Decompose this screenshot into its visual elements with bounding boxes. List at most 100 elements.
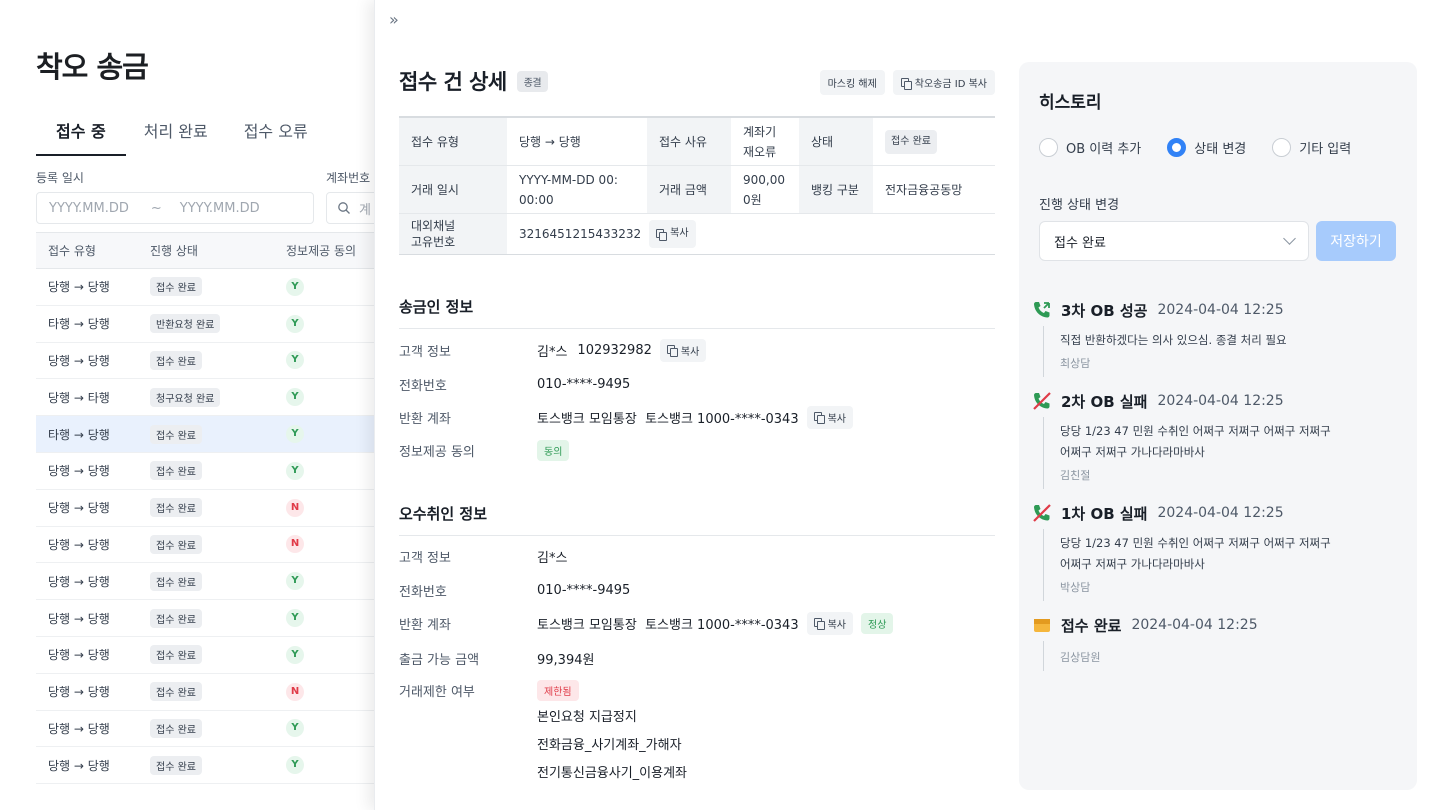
status-pill: 접수 완료 bbox=[150, 461, 202, 481]
table-row[interactable]: 당행 → 당행 접수 완료 N bbox=[36, 527, 376, 564]
status-pill: 접수 완료 bbox=[150, 755, 202, 775]
radio-label: 기타 입력 bbox=[1299, 142, 1352, 157]
timeline-desc: 어쩌구 저쩌구 가나다라마바사 bbox=[1060, 445, 1205, 459]
account-search-placeholder: 계 bbox=[359, 202, 371, 218]
timeline-head: 2차 OB 실패 2024-04-04 12:25 bbox=[1033, 385, 1399, 417]
table-row[interactable]: 타행 → 당행 반환요청 완료 Y bbox=[36, 306, 376, 343]
receiver-divider bbox=[399, 535, 995, 536]
row-status: 접수 완료 bbox=[150, 718, 286, 738]
row-status: 청구요청 완료 bbox=[150, 387, 286, 407]
row-status: 접수 완료 bbox=[150, 498, 286, 518]
receiver-phone-key: 전화번호 bbox=[399, 584, 447, 600]
date-value-line1: YYYY-MM-DD 00: bbox=[519, 172, 618, 187]
sender-phone-key: 전화번호 bbox=[399, 378, 447, 394]
consent-badge: Y bbox=[286, 572, 304, 591]
col-status: 진행 상태 bbox=[150, 244, 198, 258]
row-consent: Y bbox=[286, 572, 376, 591]
timeline-agent: 김친절 bbox=[1060, 469, 1091, 482]
copy-channel-button[interactable]: 복사 bbox=[649, 220, 696, 248]
unmask-button[interactable]: 마스킹 해제 bbox=[819, 70, 885, 95]
timeline-head: 접수 완료 2024-04-04 12:25 bbox=[1034, 609, 1399, 641]
row-type: 당행 → 당행 bbox=[48, 648, 110, 663]
timeline-body: 김상담원 bbox=[1043, 641, 1399, 671]
sender-customer-value: 김*스 102932982 복사 bbox=[537, 338, 707, 362]
table-body: 당행 → 당행 접수 완료 Y 타행 → 당행 반환요청 완료 Y 당행 → 당행 접수 완료… bbox=[36, 269, 376, 785]
history-panel: 히스토리 OB 이력 추가 상태 변경 기타 입력 진행 상태 변경 접수 완료… bbox=[1019, 62, 1417, 790]
timeline-title: 1차 OB 실패 bbox=[1061, 504, 1148, 523]
status-change-label: 진행 상태 변경 bbox=[1039, 198, 1120, 213]
radio-dot bbox=[1167, 138, 1187, 157]
amount-value-line2: 0원 bbox=[743, 192, 762, 207]
status-pill: 반환요청 완료 bbox=[150, 314, 221, 334]
status-pill: 접수 완료 bbox=[150, 645, 202, 665]
radio-other-input[interactable]: 기타 입력 bbox=[1272, 138, 1351, 157]
table-row[interactable]: 당행 → 타행 청구요청 완료 Y bbox=[36, 379, 376, 417]
phone-fail-icon bbox=[1033, 504, 1051, 522]
consent-badge: Y bbox=[286, 461, 304, 480]
detail-title-text: 접수 건 상세 bbox=[399, 70, 507, 94]
timeline-desc: 당당 1/23 47 민원 수취인 어쩌구 저쩌구 어쩌구 저쩌구 bbox=[1060, 536, 1331, 550]
channel-key-line2: 고유번호 bbox=[411, 235, 456, 249]
table-row[interactable]: 당행 → 당행 접수 완료 Y bbox=[36, 711, 376, 748]
row-status: 접수 완료 bbox=[150, 755, 286, 775]
reason-value: 계좌기 재오류 bbox=[731, 118, 799, 165]
timeline-title: 3차 OB 성공 bbox=[1061, 301, 1148, 320]
status-select[interactable]: 접수 완료 bbox=[1039, 221, 1309, 261]
consent-badge: Y bbox=[286, 719, 304, 738]
tab-completed[interactable]: 처리 완료 bbox=[144, 112, 208, 156]
save-button[interactable]: 저장하기 bbox=[1316, 221, 1396, 261]
date-range-input[interactable]: YYYY.MM.DD ~ YYYY.MM.DD bbox=[36, 192, 314, 224]
receiver-phone-row: 전화번호 010-****-9495 bbox=[399, 578, 630, 602]
type-key: 접수 유형 bbox=[399, 118, 507, 165]
tab-in-progress[interactable]: 접수 중 bbox=[36, 112, 126, 156]
table-row[interactable]: 당행 → 당행 접수 완료 N bbox=[36, 674, 376, 711]
radio-status-change[interactable]: 상태 변경 bbox=[1167, 138, 1246, 157]
channel-key-line1: 대외채널 bbox=[411, 219, 456, 233]
col-type: 접수 유형 bbox=[48, 244, 96, 258]
state-pill: 접수 완료 bbox=[885, 129, 937, 154]
timeline-title: 2차 OB 실패 bbox=[1061, 392, 1148, 411]
table-row[interactable]: 당행 → 당행 접수 완료 Y bbox=[36, 343, 376, 380]
table-row[interactable]: 타행 → 당행 접수 완료 Y bbox=[36, 416, 376, 453]
amount-value-line1: 900,00 bbox=[743, 172, 785, 187]
copy-sender-account-button[interactable]: 복사 bbox=[806, 405, 854, 429]
radio-dot bbox=[1272, 138, 1292, 157]
amount-key: 거래 금액 bbox=[647, 166, 731, 213]
table-row[interactable]: 당행 → 당행 접수 완료 Y bbox=[36, 637, 376, 674]
phone-fail-icon bbox=[1033, 392, 1051, 410]
table-row[interactable]: 당행 → 당행 접수 완료 N bbox=[36, 490, 376, 527]
copy-receiver-account-button[interactable]: 복사 bbox=[806, 611, 854, 635]
timeline-head: 3차 OB 성공 2024-04-04 12:25 bbox=[1034, 294, 1399, 326]
table-row[interactable]: 당행 → 당행 접수 완료 Y bbox=[36, 453, 376, 490]
receiver-restrict-row: 거래제한 여부 제한됨 bbox=[399, 678, 579, 702]
screen: 착오 송금 접수 중 처리 완료 접수 오류 등록 일시 계좌번호 YYYY.M… bbox=[0, 0, 1440, 810]
page-title: 착오 송금 bbox=[36, 50, 149, 84]
status-chip: 종결 bbox=[516, 70, 549, 92]
bank-key: 뱅킹 구분 bbox=[799, 166, 873, 213]
table-row[interactable]: 당행 → 당행 접수 완료 Y bbox=[36, 747, 376, 785]
sender-account-text: 토스뱅크 모임통장 토스뱅크 1000-****-0343 bbox=[537, 411, 799, 427]
row-type: 타행 → 당행 bbox=[48, 427, 110, 442]
sender-consent-value: 동의 bbox=[537, 439, 570, 461]
copy-id-button[interactable]: 착오송금 ID 복사 bbox=[892, 70, 995, 95]
collapse-icon[interactable]: » bbox=[389, 10, 399, 29]
table-row[interactable]: 당행 → 당행 접수 완료 Y bbox=[36, 600, 376, 637]
row-status: 접수 완료 bbox=[150, 424, 286, 444]
table-row[interactable]: 당행 → 당행 접수 완료 Y bbox=[36, 269, 376, 306]
detail-actions: 마스킹 해제 착오송금 ID 복사 bbox=[812, 70, 995, 95]
tab-error[interactable]: 접수 오류 bbox=[244, 112, 308, 156]
copy-sender-id-button[interactable]: 복사 bbox=[659, 338, 707, 362]
row-type: 당행 → 당행 bbox=[48, 721, 110, 736]
date-filter-label: 등록 일시 bbox=[36, 171, 84, 185]
box-icon bbox=[1034, 619, 1050, 632]
consent-badge: Y bbox=[286, 314, 304, 333]
row-type: 당행 → 당행 bbox=[48, 280, 110, 295]
row-consent: N bbox=[286, 535, 376, 554]
table-row[interactable]: 당행 → 당행 접수 완료 Y bbox=[36, 563, 376, 601]
timeline-body: 직접 반환하겠다는 의사 있으심. 종결 처리 필요 최상담 bbox=[1043, 326, 1399, 377]
radio-ob-add[interactable]: OB 이력 추가 bbox=[1039, 138, 1141, 157]
status-pill: 청구요청 완료 bbox=[150, 387, 221, 407]
consent-badge: Y bbox=[286, 351, 304, 370]
copy-icon bbox=[900, 77, 912, 90]
sender-account-value: 토스뱅크 모임통장 토스뱅크 1000-****-0343 복사 bbox=[537, 405, 854, 429]
